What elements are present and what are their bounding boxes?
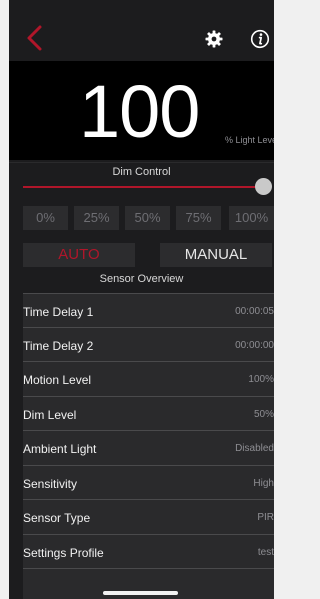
info-icon xyxy=(250,29,270,49)
list-item-label: Dim Level xyxy=(23,407,77,422)
navigation-bar xyxy=(9,0,274,60)
gear-icon xyxy=(205,30,223,48)
light-level-display: 100 % Light Level xyxy=(9,61,274,160)
list-item[interactable]: Ambient Light Disabled xyxy=(23,431,274,466)
sensor-overview-list: Time Delay 1 00:00:05 Time Delay 2 00:00… xyxy=(23,293,274,569)
list-item-value: High xyxy=(253,477,274,489)
preset-0-button[interactable]: 0% xyxy=(23,206,68,230)
list-item[interactable]: Motion Level 100% xyxy=(23,362,274,397)
list-item[interactable]: Time Delay 2 00:00:00 xyxy=(23,327,274,362)
list-item-label: Time Delay 1 xyxy=(23,305,94,319)
preset-100-button[interactable]: 100% xyxy=(229,206,274,230)
dim-slider-thumb[interactable] xyxy=(255,178,272,195)
auto-mode-button[interactable]: AUTO xyxy=(23,243,135,267)
list-item[interactable]: Time Delay 1 00:00:05 xyxy=(23,293,274,328)
list-item-value: test xyxy=(257,546,274,558)
sensor-overview-title: Sensor Overview xyxy=(99,273,184,285)
preset-50-button[interactable]: 50% xyxy=(125,206,170,230)
preset-75-button[interactable]: 75% xyxy=(176,206,221,230)
list-item-value: PIR xyxy=(257,512,274,523)
dim-presets: 0% 25% 50% 75% 100% xyxy=(23,206,274,230)
list-item-label: Ambient Light xyxy=(23,442,97,456)
list-item-label: Time Delay 2 xyxy=(23,338,94,353)
home-indicator[interactable] xyxy=(103,591,178,595)
list-item[interactable]: Sensor Type PIR xyxy=(23,500,274,535)
list-item[interactable]: Dim Level 50% xyxy=(23,396,274,431)
list-item[interactable]: Settings Profile test xyxy=(23,534,274,569)
list-item-label: Motion Level xyxy=(23,373,92,387)
list-item-value: 100% xyxy=(248,374,274,385)
chevron-left-icon xyxy=(27,25,42,51)
list-item-label: Sensor Type xyxy=(23,511,91,525)
list-item-label: Sensitivity xyxy=(23,476,78,491)
divider xyxy=(9,162,274,163)
list-item-value: 00:00:05 xyxy=(235,306,274,317)
light-level-unit: % Light Level xyxy=(225,135,274,145)
dim-slider[interactable] xyxy=(23,178,273,196)
list-item-value: 50% xyxy=(253,408,274,420)
manual-mode-button[interactable]: MANUAL xyxy=(160,243,272,267)
list-item[interactable]: Sensitivity High xyxy=(23,465,274,500)
back-button[interactable] xyxy=(23,24,47,52)
list-item-value: 00:00:00 xyxy=(235,339,274,351)
dim-control-title: Dim Control xyxy=(112,166,171,178)
screen: 100 % Light Level Dim Control 0% 25% 50%… xyxy=(9,0,274,599)
info-button[interactable] xyxy=(250,29,270,49)
list-item-label: Settings Profile xyxy=(23,545,104,560)
preset-25-button[interactable]: 25% xyxy=(74,206,119,230)
list-item-value: Disabled xyxy=(235,443,274,454)
dim-slider-track xyxy=(23,186,263,188)
settings-button[interactable] xyxy=(205,30,223,48)
light-level-value: 100 xyxy=(79,70,200,153)
